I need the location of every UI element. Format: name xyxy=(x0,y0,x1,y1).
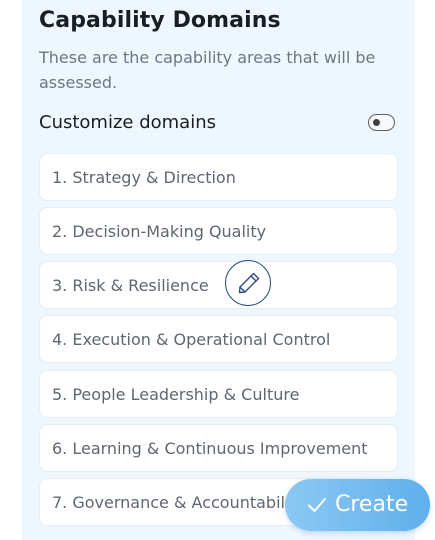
domain-item-strategy[interactable]: 1. Strategy & Direction xyxy=(39,153,398,201)
domain-item-label: 2. Decision-Making Quality xyxy=(52,222,267,241)
page-title: Capability Domains xyxy=(39,8,281,33)
domain-item-label: 5. People Leadership & Culture xyxy=(52,385,300,404)
toggle-knob xyxy=(373,118,380,126)
create-button[interactable]: Create xyxy=(285,479,430,531)
domain-item-label: 4. Execution & Operational Control xyxy=(52,330,331,349)
pencil-icon xyxy=(238,272,260,294)
domain-item-execution[interactable]: 4. Execution & Operational Control xyxy=(39,315,398,363)
create-button-label: Create xyxy=(335,492,409,517)
check-icon xyxy=(308,498,326,512)
customize-domains-label: Customize domains xyxy=(39,112,216,133)
domain-item-label: 7. Governance & Accountability xyxy=(52,493,306,512)
domain-item-label: 3. Risk & Resilience xyxy=(52,276,209,295)
domain-item-label: 1. Strategy & Direction xyxy=(52,168,236,187)
domain-item-decision-making[interactable]: 2. Decision-Making Quality xyxy=(39,207,398,255)
domain-item-risk[interactable]: 3. Risk & Resilience xyxy=(39,261,398,309)
domain-item-learning[interactable]: 6. Learning & Continuous Improvement xyxy=(39,424,398,472)
page-subtitle: These are the capability areas that will… xyxy=(39,48,376,92)
customize-domains-toggle[interactable] xyxy=(368,114,395,131)
domain-item-people-leadership[interactable]: 5. People Leadership & Culture xyxy=(39,370,398,418)
edit-domains-button[interactable] xyxy=(225,260,271,306)
domain-item-label: 6. Learning & Continuous Improvement xyxy=(52,439,368,458)
